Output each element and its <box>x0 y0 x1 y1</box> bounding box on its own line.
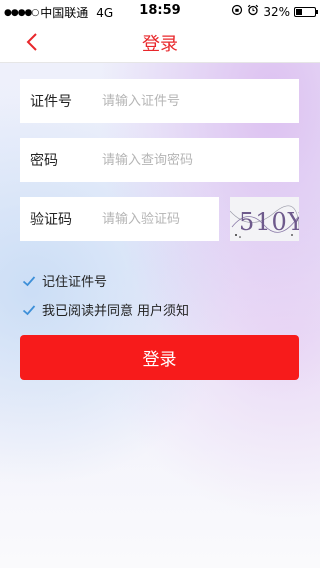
id-number-label: 证件号 <box>30 94 72 110</box>
agree-terms-label: 我已阅读并同意 <box>42 304 134 319</box>
id-number-field: 证件号 <box>20 79 299 123</box>
nav-bar: 登录 <box>0 22 320 63</box>
remember-id-label: 记住证件号 <box>42 275 108 290</box>
agree-terms-checkbox[interactable]: 我已阅读并同意 用户须知 <box>22 300 189 319</box>
checkmark-icon <box>22 304 36 315</box>
password-input[interactable] <box>102 148 292 172</box>
battery-icon <box>294 6 318 17</box>
login-button[interactable]: 登录 <box>20 335 299 380</box>
password-field: 密码 <box>20 138 299 182</box>
captcha-field: 验证码 <box>20 197 219 241</box>
id-number-input[interactable] <box>102 89 292 113</box>
remember-id-checkbox[interactable]: 记住证件号 <box>22 271 107 290</box>
captcha-noise-dot <box>235 234 237 236</box>
alarm-icon <box>247 4 259 19</box>
page-title: 登录 <box>142 34 178 55</box>
status-right: 32% <box>231 4 318 19</box>
captcha-text: 510Y <box>239 208 299 236</box>
orientation-lock-icon <box>231 4 243 19</box>
battery-fill <box>296 8 302 15</box>
captcha-noise-dot <box>239 236 241 238</box>
status-bar: ●●●●○ 中国联通 4G 18:59 32% <box>0 0 320 22</box>
captcha-label: 验证码 <box>30 212 72 228</box>
user-notice-link[interactable]: 用户须知 <box>137 300 189 319</box>
captcha-input[interactable] <box>102 207 212 231</box>
checkmark-icon <box>22 275 36 286</box>
battery-percent: 32% <box>263 4 290 19</box>
password-label: 密码 <box>30 153 58 169</box>
captcha-image[interactable]: 510Y <box>230 197 299 241</box>
